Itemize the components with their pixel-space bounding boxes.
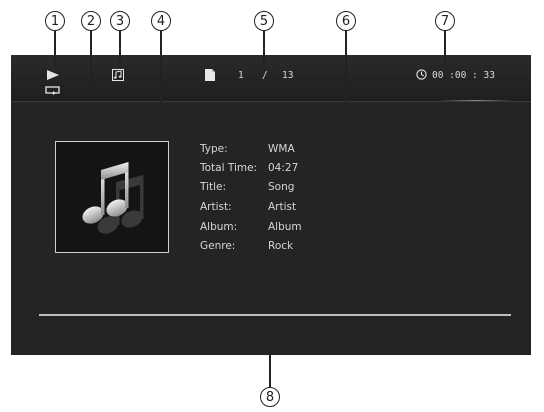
leader-6 — [345, 31, 347, 195]
callout-7: 7 — [435, 11, 455, 31]
genre-label: Genre: — [200, 240, 236, 252]
artist-label: Artist: — [200, 201, 232, 213]
topbar-highlight — [441, 100, 511, 101]
leader-1 — [54, 31, 56, 67]
callout-5: 5 — [254, 11, 274, 31]
progress-bar — [39, 314, 511, 316]
title-value: Song — [268, 181, 295, 193]
elapsed-time: 00 :00 : 33 — [432, 70, 495, 81]
genre-value: Rock — [268, 240, 294, 252]
leader-2 — [90, 31, 92, 87]
music-notes-icon — [82, 162, 144, 234]
leader-6-elbow — [303, 194, 347, 196]
title-label: Title: — [200, 181, 227, 193]
callout-6: 6 — [336, 11, 356, 31]
music-note-icon — [112, 69, 124, 81]
album-label: Album: — [200, 221, 238, 233]
type-label: Type: — [200, 143, 228, 155]
file-separator: / — [262, 70, 268, 81]
leader-3 — [119, 31, 121, 67]
album-value: Album — [268, 221, 302, 233]
player-screen: 1 / 13 00 :00 : 33 Type: WMA Total Time:… — [11, 55, 531, 355]
album-art — [55, 141, 169, 253]
current-file-number: 1 — [238, 70, 244, 81]
status-bar: 1 / 13 00 :00 : 33 — [11, 55, 531, 102]
total-time-label: Total Time: — [200, 162, 258, 174]
type-value: WMA — [268, 143, 295, 155]
total-time-value: 04:27 — [268, 162, 299, 174]
leader-2-elbow — [66, 86, 91, 88]
callout-1: 1 — [45, 11, 65, 31]
callout-8: 8 — [260, 387, 280, 407]
leader-4 — [160, 31, 162, 132]
leader-8 — [269, 316, 271, 387]
total-files: 13 — [282, 70, 294, 81]
leader-7 — [444, 31, 446, 67]
callout-4: 4 — [151, 11, 171, 31]
play-icon — [47, 70, 59, 80]
leader-5 — [263, 31, 265, 67]
callout-2: 2 — [81, 11, 101, 31]
file-icon — [205, 69, 215, 81]
clock-icon — [416, 69, 427, 80]
callout-3: 3 — [110, 11, 130, 31]
repeat-icon — [45, 86, 60, 95]
artist-value: Artist — [268, 201, 297, 213]
